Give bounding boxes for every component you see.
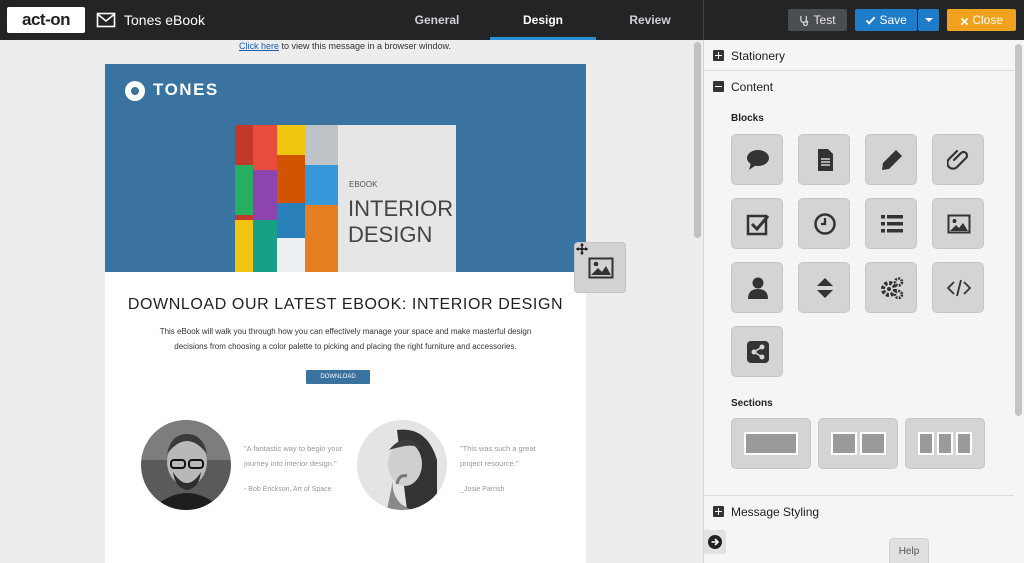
collapse-icon [713,81,724,92]
share-icon [747,341,769,363]
image-icon [947,214,971,234]
code-icon [947,279,971,297]
email-canvas[interactable]: Click here to view this message in a bro… [0,40,703,563]
brand-name: TONES [153,80,219,99]
close-button[interactable]: Close [947,9,1016,31]
save-button[interactable]: Save [855,9,917,31]
design-panel: Stationery Content Blocks Sections Messa… [704,40,1024,563]
document-icon [818,149,833,171]
caret-down-icon [924,18,933,22]
stationery-section-header[interactable]: Stationery [704,41,1014,71]
panel-scrollbar[interactable] [1014,40,1024,563]
email-body-text[interactable]: This eBook will walk you through how you… [145,324,546,354]
list-block-button[interactable] [865,198,917,249]
two-column-layout-icon [831,432,886,455]
edit-block-button[interactable] [865,134,917,185]
ebook-cover: EBOOK INTERIOR DESIGN [235,125,456,272]
spacer-block-button[interactable] [798,262,850,313]
one-column-layout-icon [744,432,798,455]
act-on-logo: act-on [7,7,85,33]
ebook-label: EBOOK [349,180,378,189]
browser-view-line: Click here to view this message in a bro… [0,41,690,51]
person-icon [748,277,768,299]
sections-heading: Sections [731,398,773,409]
tones-logo-icon [125,81,145,101]
testimonial-quote[interactable]: "This was such a great project resource.… [460,441,536,471]
expand-icon [713,50,724,61]
three-column-section-button[interactable] [905,418,985,469]
check-icon [865,16,876,25]
tab-general[interactable]: General [397,0,477,40]
checkbox-block-button[interactable] [731,198,783,249]
testimonial-author[interactable]: _Josie Parrish [460,486,504,493]
avatar [357,420,447,510]
clock-icon [814,213,836,235]
testimonial-author[interactable]: - Bob Erickson, Art of Space [244,486,332,493]
document-block-button[interactable] [798,134,850,185]
paperclip-icon [947,149,969,170]
tab-design[interactable]: Design [490,0,596,40]
email-body[interactable]: TONES EBOOK INTERIOR DESIGN DOWNLOAD OUR… [105,64,586,563]
woman-portrait-image [357,420,447,510]
browser-view-text: to view this message in a browser window… [278,41,452,51]
hero-banner[interactable]: TONES EBOOK INTERIOR DESIGN [105,64,586,272]
scrollbar-thumb[interactable] [1015,44,1022,416]
timer-block-button[interactable] [798,198,850,249]
email-headline[interactable]: DOWNLOAD OUR LATEST EBOOK: INTERIOR DESI… [105,296,586,314]
speech-bubble-icon [747,150,769,170]
close-icon [960,17,969,26]
message-styling-section-header[interactable]: Message Styling [704,497,1014,527]
collapse-panel-button[interactable] [704,530,726,554]
pencil-icon [882,150,902,170]
content-section-header[interactable]: Content [704,72,1014,102]
attachment-block-button[interactable] [932,134,984,185]
list-icon [881,215,903,233]
gears-icon [881,277,904,300]
ebook-title: INTERIOR DESIGN [348,196,454,247]
image-icon [588,257,614,279]
help-button[interactable]: Help [889,538,929,563]
testimonial-quote[interactable]: "A fantastic way to begin your journey i… [244,441,342,471]
signature-block-button[interactable] [731,262,783,313]
blocks-heading: Blocks [731,113,764,124]
expand-icon [713,506,724,517]
test-label: Test [813,13,836,27]
spacer-icon [817,278,833,298]
text-block-button[interactable] [731,134,783,185]
social-share-block-button[interactable] [731,326,783,377]
scrollbar-thumb[interactable] [694,42,701,238]
man-portrait-image [141,420,231,510]
three-column-layout-icon [918,432,972,455]
canvas-scrollbar[interactable] [693,40,703,563]
test-button[interactable]: Test [788,9,847,31]
divider [703,0,704,40]
save-options-button[interactable] [918,9,939,31]
browser-view-link[interactable]: Click here [239,41,279,51]
html-block-button[interactable] [932,262,984,313]
arrow-right-icon [708,535,722,549]
move-cursor-icon [576,243,588,255]
image-block-button[interactable] [932,198,984,249]
document-title: Tones eBook [124,12,205,28]
save-label: Save [879,13,907,27]
close-label: Close [972,13,1004,27]
two-column-section-button[interactable] [818,418,898,469]
top-bar: act-on Tones eBook General Design Review… [0,0,1024,40]
stethoscope-icon [800,15,809,27]
color-tiles-image [235,125,338,272]
one-column-section-button[interactable] [731,418,811,469]
avatar [141,420,231,510]
dynamic-block-button[interactable] [865,262,917,313]
tab-review[interactable]: Review [611,0,689,40]
download-button[interactable]: DOWNLOAD [306,370,370,384]
checkbox-icon [746,214,770,236]
envelope-icon [96,12,116,28]
